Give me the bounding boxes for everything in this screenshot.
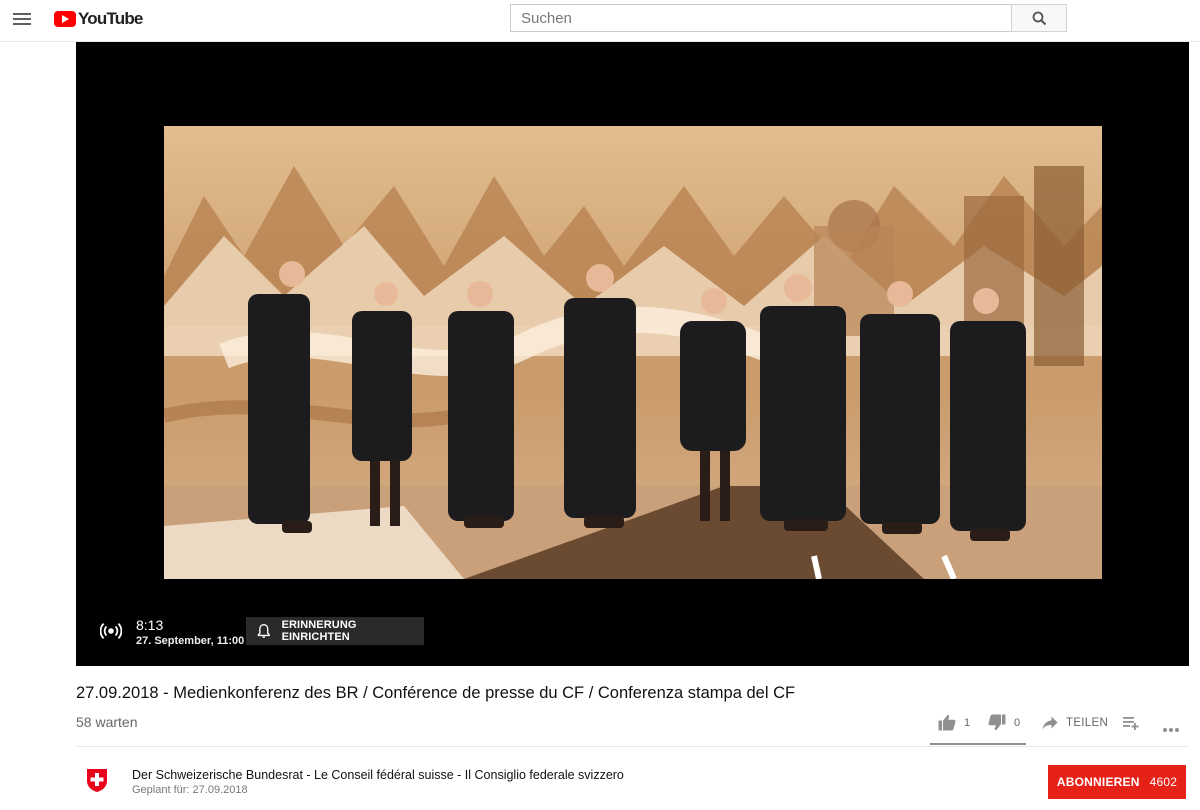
guide-menu-button[interactable] bbox=[10, 7, 36, 33]
countdown-time: 8:13 bbox=[136, 617, 164, 633]
channel-name[interactable]: Der Schweizerische Bundesrat - Le Consei… bbox=[132, 768, 624, 782]
search-button[interactable] bbox=[1011, 4, 1067, 32]
more-dots-icon bbox=[1163, 728, 1179, 732]
waiting-count: 58 warten bbox=[76, 714, 138, 730]
youtube-logo[interactable]: YouTube bbox=[54, 9, 143, 29]
like-count: 1 bbox=[964, 716, 971, 729]
sentiment-bar bbox=[930, 743, 1026, 745]
youtube-logo-icon bbox=[54, 11, 76, 27]
live-broadcast-icon bbox=[100, 622, 122, 640]
countdown-date: 27. September, 11:00 bbox=[136, 635, 245, 647]
search-icon bbox=[1032, 11, 1047, 26]
thumbs-up-icon bbox=[938, 714, 956, 731]
logo-text: YouTube bbox=[78, 9, 143, 28]
subscribe-button[interactable]: ABONNIEREN 4602 bbox=[1048, 765, 1186, 799]
search-box bbox=[510, 4, 1011, 32]
divider bbox=[76, 746, 1189, 747]
video-thumbnail[interactable] bbox=[164, 126, 1102, 579]
swiss-cross-icon[interactable] bbox=[84, 767, 110, 793]
dislike-count: 0 bbox=[1014, 716, 1021, 729]
share-arrow-icon bbox=[1042, 716, 1058, 730]
menu-icon bbox=[13, 13, 31, 15]
thumbnail-illustration bbox=[164, 126, 1102, 579]
like-button[interactable]: 1 bbox=[938, 714, 970, 731]
subscribe-label: ABONNIEREN bbox=[1056, 775, 1140, 789]
set-reminder-button[interactable]: ERINNERUNG EINRICHTEN bbox=[246, 617, 424, 645]
set-reminder-label: ERINNERUNG EINRICHTEN bbox=[281, 619, 357, 643]
dislike-button[interactable]: 0 bbox=[988, 714, 1020, 731]
video-player[interactable]: 8:13 27. September, 11:00 ERINNERUNG EIN… bbox=[76, 42, 1189, 666]
subscriber-count: 4602 bbox=[1149, 775, 1178, 789]
premiere-countdown: 8:13 27. September, 11:00 bbox=[136, 617, 244, 647]
search-input[interactable] bbox=[511, 5, 1011, 31]
thumbs-down-icon bbox=[988, 714, 1006, 731]
masthead: YouTube bbox=[0, 0, 1200, 42]
more-actions-button[interactable] bbox=[1162, 720, 1180, 738]
share-button[interactable]: TEILEN bbox=[1042, 716, 1108, 730]
bell-icon bbox=[257, 623, 270, 638]
share-label: TEILEN bbox=[1066, 717, 1109, 729]
video-title: 27.09.2018 - Medienkonferenz des BR / Co… bbox=[76, 684, 796, 702]
sentiment-group: 1 0 bbox=[930, 710, 1026, 746]
scheduled-date: Geplant für: 27.09.2018 bbox=[132, 784, 248, 796]
add-to-playlist-button[interactable] bbox=[1123, 716, 1139, 735]
add-to-playlist-icon bbox=[1123, 717, 1139, 730]
